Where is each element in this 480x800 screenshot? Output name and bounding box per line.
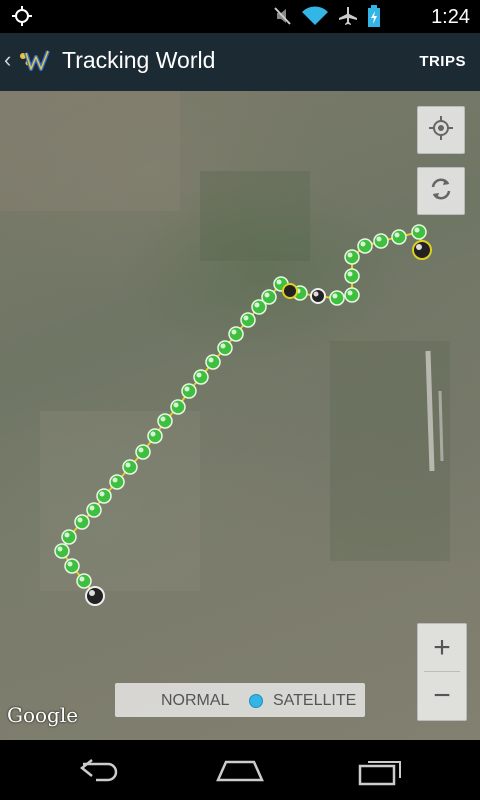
track-point-highlight	[231, 329, 237, 335]
track-point-highlight	[184, 386, 190, 392]
stop-marker[interactable]	[85, 586, 105, 606]
airplane-icon	[338, 6, 358, 31]
track-point[interactable]	[86, 502, 102, 518]
map-view[interactable]: + − NORMAL SATELLITE Google	[0, 91, 480, 740]
map-satellite-layer	[0, 91, 450, 606]
trips-button[interactable]: TRIPS	[419, 53, 466, 70]
track-point[interactable]	[193, 369, 209, 385]
track-point[interactable]	[344, 287, 360, 303]
stop-marker[interactable]	[310, 288, 326, 304]
track-point-highlight	[276, 279, 282, 285]
zoom-in-button[interactable]: +	[418, 624, 466, 671]
track-point[interactable]	[54, 543, 70, 559]
action-bar: ‹ Tracking World TRIPS	[0, 33, 480, 91]
track-point-highlight	[243, 315, 249, 321]
track-point-highlight	[414, 227, 420, 233]
track-point[interactable]	[109, 474, 125, 490]
track-point[interactable]	[261, 289, 277, 305]
track-point[interactable]	[157, 413, 173, 429]
track-point-highlight	[332, 293, 338, 299]
track-point-highlight	[77, 517, 83, 523]
track-point-highlight	[360, 241, 366, 247]
track-point-highlight	[376, 236, 382, 242]
zoom-out-button[interactable]: −	[418, 672, 466, 719]
track-point[interactable]	[344, 268, 360, 284]
track-point[interactable]	[329, 290, 345, 306]
track-point-highlight	[160, 416, 166, 422]
status-bar: 1:24	[0, 0, 480, 33]
track-point[interactable]	[96, 488, 112, 504]
back-icon[interactable]	[78, 756, 122, 789]
recent-apps-icon[interactable]	[358, 756, 404, 791]
gps-icon	[12, 6, 32, 31]
track-point-highlight	[89, 505, 95, 511]
home-icon[interactable]	[216, 756, 264, 789]
track-point[interactable]	[373, 233, 389, 249]
track-point-highlight	[57, 546, 63, 552]
track-point-highlight	[254, 302, 260, 308]
track-point[interactable]	[344, 249, 360, 265]
track-point[interactable]	[217, 340, 233, 356]
google-attribution: Google	[7, 703, 79, 727]
track-point-highlight	[150, 431, 156, 437]
map-type-normal[interactable]: NORMAL	[161, 692, 229, 710]
track-point-highlight	[64, 532, 70, 538]
track-point-highlight	[347, 271, 353, 277]
track-point[interactable]	[181, 383, 197, 399]
track-point[interactable]	[147, 428, 163, 444]
track-point[interactable]	[76, 573, 92, 589]
clock: 1:24	[431, 6, 470, 28]
track-point[interactable]	[228, 326, 244, 342]
stop-marker[interactable]	[282, 283, 298, 299]
track-point-highlight	[347, 290, 353, 296]
track-point-highlight	[67, 561, 73, 567]
my-location-icon	[428, 115, 454, 146]
track-point[interactable]	[61, 529, 77, 545]
refresh-icon	[428, 176, 454, 207]
map-type-satellite[interactable]: SATELLITE	[273, 692, 356, 710]
page-title: Tracking World	[62, 47, 216, 73]
app-logo[interactable]	[16, 45, 54, 77]
track-point[interactable]	[170, 399, 186, 415]
track-point[interactable]	[64, 558, 80, 574]
track-point-highlight	[112, 477, 118, 483]
end-marker[interactable]	[412, 240, 432, 260]
track-point[interactable]	[411, 224, 427, 240]
battery-icon	[368, 5, 380, 32]
track-point-highlight	[173, 402, 179, 408]
my-location-button[interactable]	[417, 106, 465, 154]
track-point[interactable]	[74, 514, 90, 530]
track-point-highlight	[264, 292, 270, 298]
mute-icon	[274, 6, 292, 31]
track-point[interactable]	[357, 238, 373, 254]
wifi-icon	[302, 6, 328, 31]
track-point-highlight	[196, 372, 202, 378]
map-type-selector: NORMAL SATELLITE	[115, 683, 365, 717]
track-point-highlight	[99, 491, 105, 497]
track-point-highlight	[208, 357, 214, 363]
nav-bar	[0, 740, 480, 800]
up-chevron-icon[interactable]: ‹	[4, 47, 11, 73]
track-point-highlight	[347, 252, 353, 258]
track-point-highlight	[220, 343, 226, 349]
track-point[interactable]	[135, 444, 151, 460]
track-point-highlight	[125, 462, 131, 468]
zoom-controls: + −	[417, 623, 467, 721]
track-point[interactable]	[205, 354, 221, 370]
track-point[interactable]	[391, 229, 407, 245]
track-point[interactable]	[240, 312, 256, 328]
track-point[interactable]	[122, 459, 138, 475]
selected-radio-icon[interactable]	[249, 694, 263, 708]
track-point-highlight	[138, 447, 144, 453]
refresh-button[interactable]	[417, 167, 465, 215]
track-point-highlight	[79, 576, 85, 582]
track-point-highlight	[394, 232, 400, 238]
